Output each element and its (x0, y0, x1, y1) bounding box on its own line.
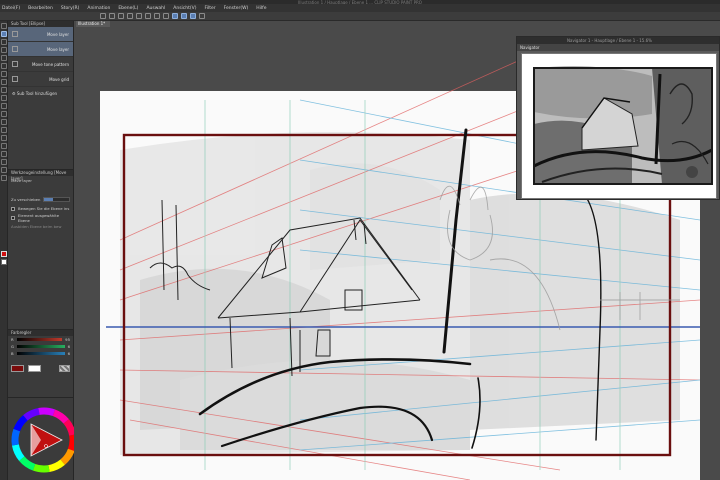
navigator-title[interactable]: Navigator 1 - Hauptlage / Ebene 1 - 15.6… (517, 37, 719, 44)
navigator-tab[interactable]: Navigator (517, 44, 719, 51)
navigator-panel: Navigator 1 - Hauptlage / Ebene 1 - 15.6… (516, 36, 720, 200)
navigator-thumbnail (522, 54, 716, 198)
clip-studio-window: Illustration 1 / Hauptlage / Ebene 1 ...… (0, 0, 720, 480)
navigator-preview[interactable] (521, 53, 717, 199)
